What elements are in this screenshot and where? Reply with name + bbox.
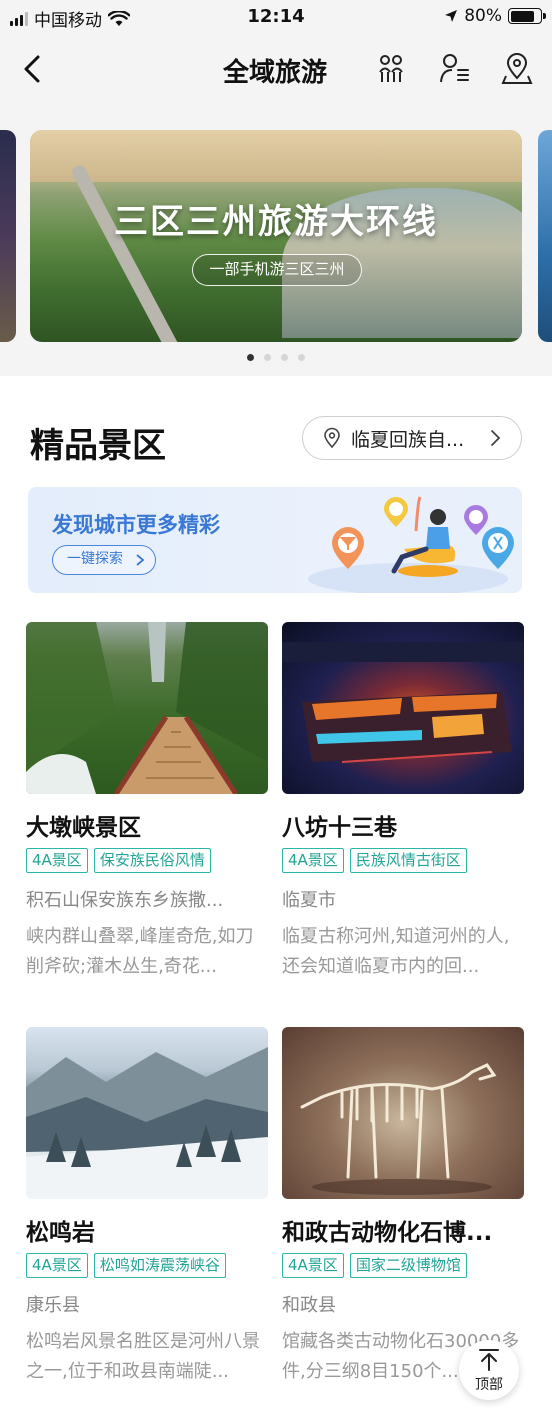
tag: 4A景区: [282, 1253, 344, 1278]
attraction-description: 临夏古称河州,知道河州的人,还会知道临夏市内的回...: [282, 926, 510, 977]
arrow-up-icon: [479, 1349, 499, 1371]
location-pin-icon[interactable]: [500, 52, 534, 86]
snowy-forest-illustration: [26, 1047, 268, 1199]
location-arrow-icon: [445, 10, 458, 22]
attraction-name: 和政古动物化石博...: [282, 1220, 493, 1246]
status-right: 80%: [444, 6, 546, 26]
attraction-location: 和政县: [282, 1295, 336, 1316]
attraction-description: 峡内群山叠翠,峰崖奇危,如刀削斧砍;灌木丛生,奇花...: [26, 926, 254, 977]
explore-illustration: [308, 496, 514, 593]
tag: 国家二级博物馆: [349, 1253, 467, 1278]
fossil-skeleton-illustration: [300, 1063, 497, 1195]
tag-list: 4A景区 保安族民俗风情: [26, 848, 211, 873]
tag: 松鸣如涛震荡峡谷: [93, 1253, 226, 1278]
city-selector-label: 临夏回族自...: [351, 428, 465, 451]
attraction-location: 临夏市: [282, 890, 336, 911]
attraction-name: 松鸣岩: [26, 1220, 95, 1246]
banner-next-peek[interactable]: [538, 130, 552, 342]
battery-level: [510, 10, 534, 22]
attraction-location: 积石山保安族东乡族撒...: [26, 890, 224, 911]
tag-list: 4A景区 国家二级博物馆: [282, 1253, 467, 1278]
explore-button[interactable]: 一键探索: [52, 545, 156, 575]
star-pin-icon: [384, 497, 408, 527]
attraction-name: 八坊十三巷: [282, 815, 397, 841]
carousel-indicator: [0, 354, 552, 361]
attraction-name: 大墩峡景区: [26, 815, 141, 841]
banner-carousel[interactable]: 三区三州旅游大环线 一部手机游三区三州: [0, 106, 552, 376]
discover-title: 发现城市更多精彩: [52, 513, 220, 537]
tag-list: 4A景区 松鸣如涛震荡峡谷: [26, 1253, 226, 1278]
nav-bar: 全域旅游: [0, 34, 552, 106]
city-selector[interactable]: 临夏回族自...: [302, 416, 522, 460]
carousel-dot[interactable]: [298, 354, 305, 361]
night-street-illustration: [282, 642, 524, 763]
gorge-bridge-illustration: [26, 622, 268, 794]
banner-title: 三区三州旅游大环线: [114, 202, 438, 242]
carousel-dot[interactable]: [264, 354, 271, 361]
status-bar: 中国移动 12:14 80%: [0, 0, 552, 34]
tag-list: 4A景区 民族风情古街区: [282, 848, 467, 873]
cocktail-pin-icon: [332, 527, 364, 569]
attraction-photo[interactable]: [26, 622, 268, 794]
attraction-photo[interactable]: [282, 622, 524, 794]
tag: 民族风情古街区: [349, 848, 467, 873]
carousel-dot[interactable]: [281, 354, 288, 361]
couple-icon[interactable]: [374, 52, 408, 86]
banner-slide[interactable]: 三区三州旅游大环线 一部手机游三区三州: [30, 130, 522, 342]
battery-percent: 80%: [464, 6, 502, 26]
tag: 4A景区: [26, 1253, 88, 1278]
map-pin-icon: [324, 427, 340, 449]
section-title: 精品景区: [30, 426, 166, 466]
banner-subtitle: 一部手机游三区三州: [192, 254, 362, 286]
discover-banner[interactable]: 发现城市更多精彩 一键探索: [28, 487, 522, 593]
chevron-right-icon: [491, 430, 501, 446]
guide-icon[interactable]: [438, 52, 472, 86]
poi-pin-icon: [464, 505, 488, 535]
back-to-top-button[interactable]: 顶部: [459, 1340, 519, 1400]
chevron-right-icon: [136, 554, 145, 566]
banner-road: [70, 163, 186, 342]
back-icon[interactable]: [18, 54, 48, 84]
attraction-photo[interactable]: [282, 1027, 524, 1199]
carousel-dot[interactable]: [247, 354, 254, 361]
banner-sky: [30, 130, 522, 182]
tag: 4A景区: [26, 848, 88, 873]
attraction-photo[interactable]: [26, 1027, 268, 1199]
battery-icon: [508, 8, 546, 24]
restaurant-pin-icon: [482, 527, 514, 569]
attraction-description: 松鸣岩风景名胜区是河州八景之一,位于和政县南端陡...: [26, 1331, 260, 1382]
back-to-top-label: 顶部: [475, 1377, 503, 1393]
page-title: 全域旅游: [222, 58, 327, 88]
tag: 4A景区: [282, 848, 344, 873]
tag: 保安族民俗风情: [93, 848, 211, 873]
banner-prev-peek[interactable]: [0, 130, 16, 342]
explore-button-label: 一键探索: [67, 551, 123, 567]
attraction-location: 康乐县: [26, 1295, 80, 1316]
